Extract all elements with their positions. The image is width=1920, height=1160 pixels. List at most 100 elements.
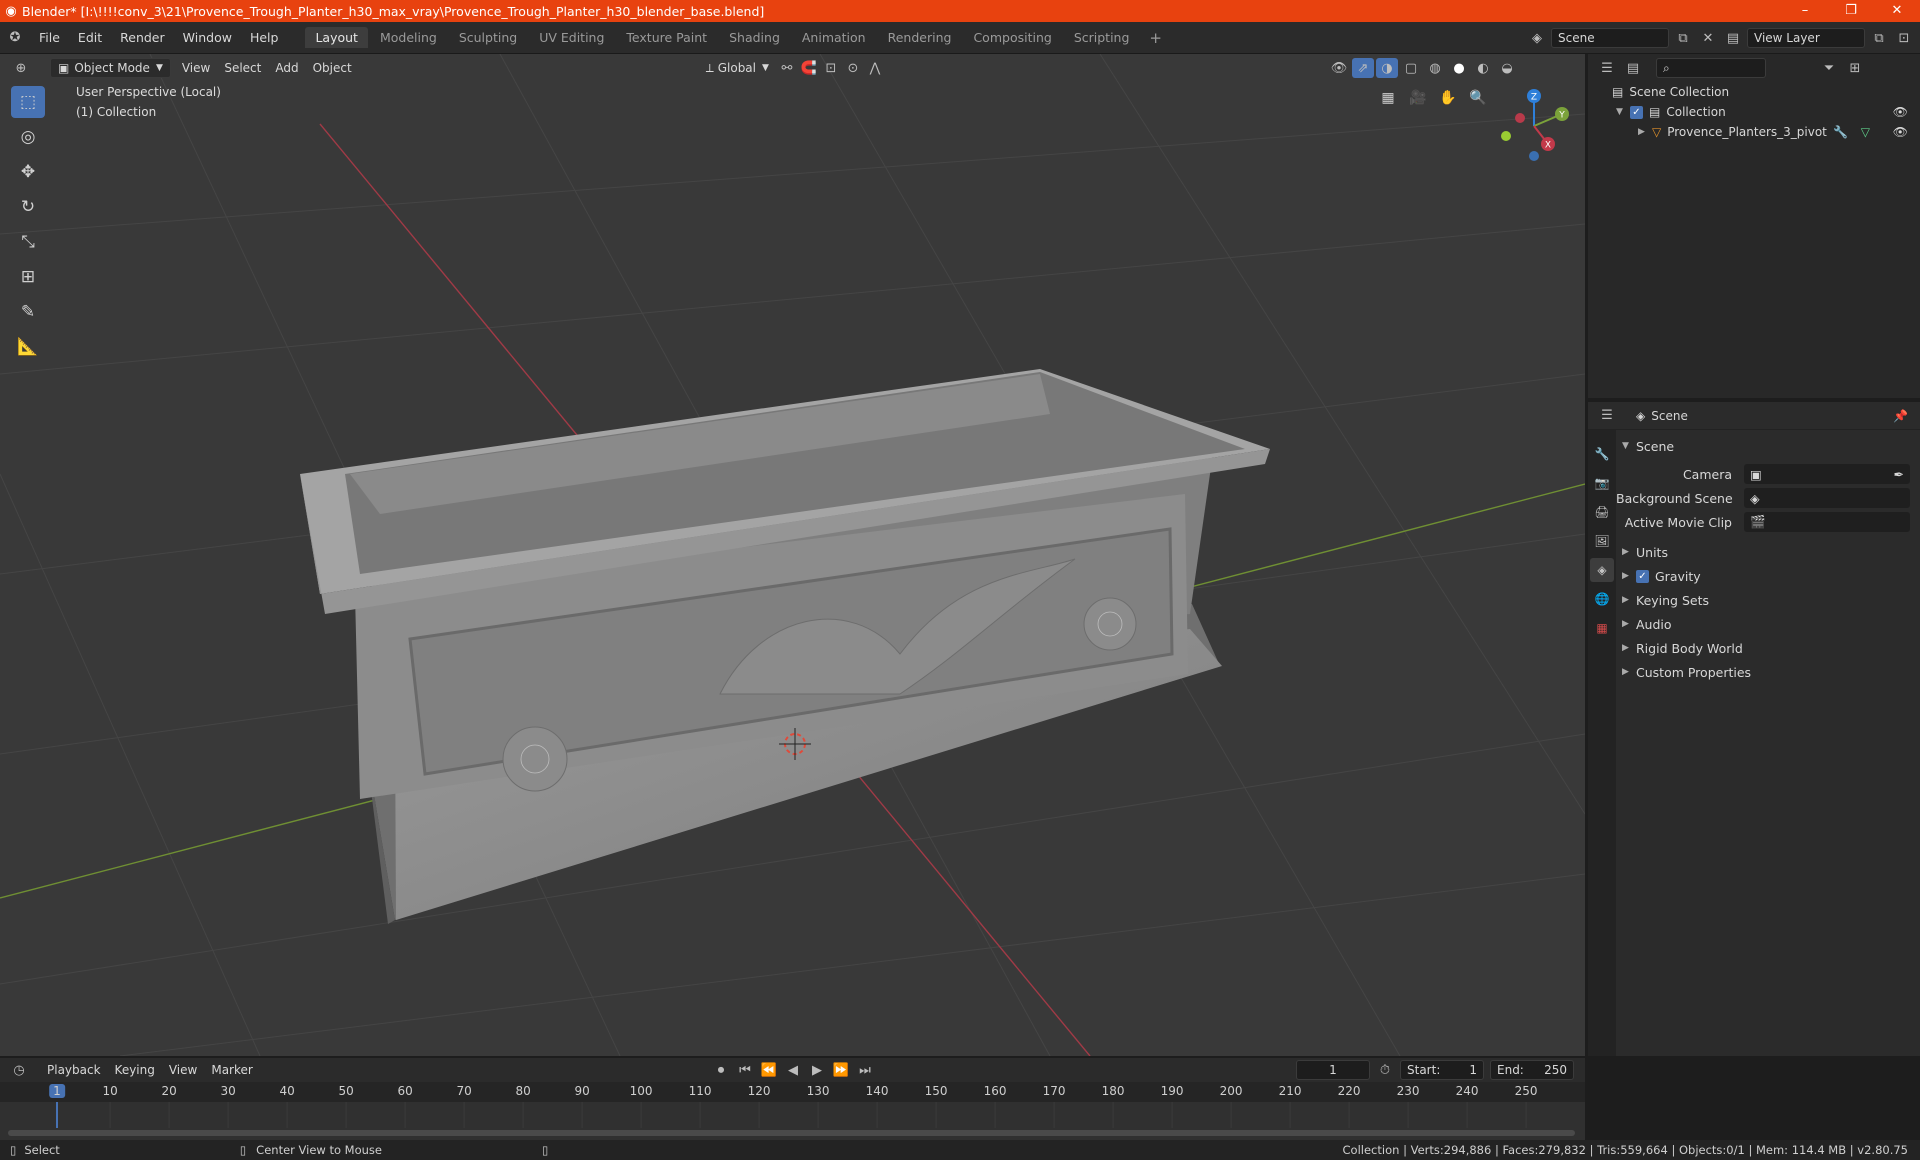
- panel-scene-header[interactable]: ▼ Scene: [1616, 434, 1920, 458]
- new-scene-icon[interactable]: ⧉: [1672, 28, 1694, 48]
- panel-units[interactable]: ▶ Units: [1616, 540, 1920, 564]
- timeline-track-area[interactable]: [0, 1102, 1585, 1140]
- panel-keying-sets[interactable]: ▶ Keying Sets: [1616, 588, 1920, 612]
- transform-orientation-dropdown[interactable]: ⟂ Global ▼: [699, 58, 776, 78]
- expand-arrow-icon[interactable]: ▼: [1616, 107, 1630, 117]
- zoom-icon[interactable]: 🔍: [1466, 86, 1490, 110]
- mesh-data-icon[interactable]: ▽: [1861, 125, 1870, 139]
- pivot-point-icon[interactable]: ⚯: [776, 58, 798, 78]
- editor-type-icon[interactable]: ◷: [8, 1060, 30, 1080]
- preview-range-icon[interactable]: ⏱: [1374, 1060, 1396, 1080]
- select-box-tool-icon[interactable]: ⬚: [11, 86, 45, 118]
- viewport-menu-add[interactable]: Add: [268, 58, 305, 78]
- add-workspace-icon[interactable]: +: [1141, 29, 1170, 47]
- menu-edit[interactable]: Edit: [69, 30, 111, 45]
- viewport-menu-object[interactable]: Object: [306, 58, 359, 78]
- pan-hand-icon[interactable]: ✋: [1436, 86, 1460, 110]
- next-keyframe-icon[interactable]: ⏩: [830, 1060, 852, 1080]
- eye-icon[interactable]: 👁: [1893, 125, 1908, 139]
- tab-sculpting[interactable]: Sculpting: [449, 27, 527, 48]
- tab-shading[interactable]: Shading: [719, 27, 790, 48]
- jump-start-icon[interactable]: ⏮: [734, 1060, 756, 1080]
- panel-custom-properties[interactable]: ▶ Custom Properties: [1616, 660, 1920, 684]
- world-tab-icon[interactable]: 🌐: [1590, 587, 1614, 611]
- material-shading-icon[interactable]: ◐: [1472, 58, 1494, 78]
- viewport-menu-view[interactable]: View: [175, 58, 217, 78]
- render-tab-icon[interactable]: 📷: [1590, 471, 1614, 495]
- tab-layout[interactable]: Layout: [305, 27, 368, 48]
- eye-icon[interactable]: 👁: [1893, 105, 1908, 119]
- timeline-menu-marker[interactable]: Marker: [204, 1060, 259, 1080]
- expand-arrow-icon[interactable]: ▶: [1638, 127, 1652, 137]
- annotate-tool-icon[interactable]: ✎: [11, 296, 45, 328]
- current-frame-field[interactable]: 1: [1296, 1060, 1370, 1080]
- measure-tool-icon[interactable]: 📐: [11, 331, 45, 363]
- menu-render[interactable]: Render: [111, 30, 174, 45]
- rendered-shading-icon[interactable]: ◒: [1496, 58, 1518, 78]
- visibility-icon[interactable]: 👁: [1328, 58, 1350, 78]
- start-frame-field[interactable]: Start: 1: [1400, 1060, 1484, 1080]
- 3d-viewport[interactable]: User Perspective (Local) (1) Collection …: [0, 54, 1585, 1056]
- new-view-layer-icon[interactable]: ⧉: [1868, 28, 1890, 48]
- tool-tab-icon[interactable]: 🔧: [1590, 442, 1614, 466]
- play-icon[interactable]: ▶: [806, 1060, 828, 1080]
- snap-icon[interactable]: 🧲: [798, 58, 820, 78]
- timeline-menu-keying[interactable]: Keying: [108, 1060, 162, 1080]
- tab-texture-paint[interactable]: Texture Paint: [616, 27, 717, 48]
- proportional-edit-icon[interactable]: ⊙: [842, 58, 864, 78]
- move-tool-icon[interactable]: ✥: [11, 156, 45, 188]
- pin-icon[interactable]: 📌: [1893, 409, 1908, 423]
- close-button[interactable]: ✕: [1874, 0, 1920, 22]
- timeline-ruler[interactable]: 1 10 20 30 40 50 60 70 80 90 100 110 120 130 140 150 160…: [0, 1082, 1585, 1102]
- timeline-scrollbar[interactable]: [8, 1130, 1575, 1136]
- scene-tab-icon[interactable]: ◈: [1590, 558, 1614, 582]
- new-collection-icon[interactable]: ⊞: [1844, 58, 1866, 78]
- falloff-icon[interactable]: ⋀: [864, 58, 886, 78]
- navigation-gizmo[interactable]: Z Y X: [1490, 84, 1570, 164]
- record-icon[interactable]: ⏺: [710, 1060, 732, 1080]
- tab-rendering[interactable]: Rendering: [878, 27, 962, 48]
- toggle-grid-icon[interactable]: ▦: [1376, 86, 1400, 110]
- scene-selector[interactable]: Scene: [1551, 28, 1669, 48]
- display-mode-icon[interactable]: ▤: [1622, 58, 1644, 78]
- view-layer-icon[interactable]: ▤: [1722, 28, 1744, 48]
- tab-uv-editing[interactable]: UV Editing: [529, 27, 614, 48]
- blender-menu-icon[interactable]: ✪: [0, 28, 30, 48]
- remove-view-layer-icon[interactable]: ⊡: [1893, 28, 1915, 48]
- neg-y-axis-icon[interactable]: [1501, 131, 1511, 141]
- mode-dropdown[interactable]: ▣ Object Mode ▼: [50, 58, 171, 78]
- xray-toggle-icon[interactable]: ▢: [1400, 58, 1422, 78]
- planter-model[interactable]: [300, 369, 1270, 924]
- menu-window[interactable]: Window: [174, 30, 241, 45]
- timeline-menu-view[interactable]: View: [162, 1060, 204, 1080]
- tab-modeling[interactable]: Modeling: [370, 27, 447, 48]
- wireframe-shading-icon[interactable]: ◍: [1424, 58, 1446, 78]
- neg-x-axis-icon[interactable]: [1515, 113, 1525, 123]
- viewport-menu-select[interactable]: Select: [217, 58, 268, 78]
- tab-scripting[interactable]: Scripting: [1064, 27, 1140, 48]
- filter-icon[interactable]: ⏷: [1818, 58, 1840, 78]
- collection-checkbox[interactable]: ✓: [1630, 105, 1643, 119]
- prev-keyframe-icon[interactable]: ⏪: [758, 1060, 780, 1080]
- view-layer-tab-icon[interactable]: 🖼: [1590, 529, 1614, 553]
- neg-z-axis-icon[interactable]: [1529, 151, 1539, 161]
- timeline-menu-playback[interactable]: Playback: [40, 1060, 108, 1080]
- menu-file[interactable]: File: [30, 30, 69, 45]
- editor-type-icon[interactable]: ☰: [1596, 406, 1618, 426]
- modifier-wrench-icon[interactable]: 🔧: [1833, 125, 1848, 139]
- tab-animation[interactable]: Animation: [792, 27, 876, 48]
- overlay-toggle-icon[interactable]: ◑: [1376, 58, 1398, 78]
- scene-icon[interactable]: ◈: [1526, 28, 1548, 48]
- scale-tool-icon[interactable]: ⤡: [11, 226, 45, 258]
- end-frame-field[interactable]: End: 250: [1490, 1060, 1574, 1080]
- outliner-object[interactable]: ▶ ▽ Provence_Planters_3_pivot 🔧 ▽ 👁: [1588, 122, 1920, 142]
- play-reverse-icon[interactable]: ◀: [782, 1060, 804, 1080]
- transform-tool-icon[interactable]: ⊞: [11, 261, 45, 293]
- panel-rigid-body-world[interactable]: ▶ Rigid Body World: [1616, 636, 1920, 660]
- outliner-scene-collection[interactable]: ▤ Scene Collection: [1588, 82, 1920, 102]
- active-movie-clip-field[interactable]: 🎬: [1744, 512, 1910, 532]
- outliner-search-input[interactable]: ⌕: [1656, 58, 1766, 78]
- view-layer-selector[interactable]: View Layer: [1747, 28, 1865, 48]
- editor-type-icon[interactable]: ⊕: [10, 58, 32, 78]
- output-tab-icon[interactable]: 🖨: [1590, 500, 1614, 524]
